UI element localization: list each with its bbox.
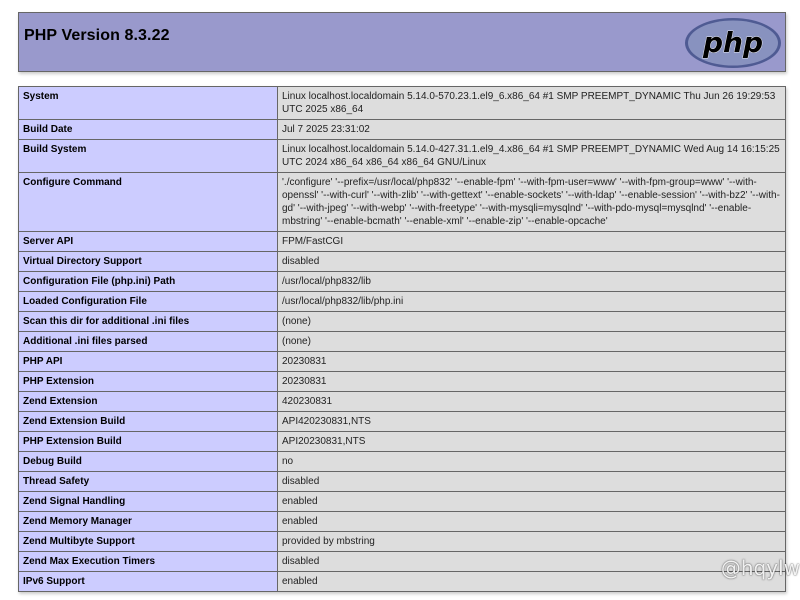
row-value: Linux localhost.localdomain 5.14.0-570.2… [277, 86, 786, 120]
row-value: (none) [277, 311, 786, 332]
row-label: Zend Extension Build [18, 411, 278, 432]
row-value: 20230831 [277, 351, 786, 372]
row-value: enabled [277, 571, 786, 592]
table-row: PHP Extension 20230831 [18, 371, 786, 392]
table-row: IPv6 Support enabled [18, 571, 786, 592]
row-label: Thread Safety [18, 471, 278, 492]
row-value: provided by mbstring [277, 531, 786, 552]
row-label: PHP Extension [18, 371, 278, 392]
row-label: Build System [18, 139, 278, 173]
row-value: disabled [277, 551, 786, 572]
row-value: API420230831,NTS [277, 411, 786, 432]
table-row: PHP API 20230831 [18, 351, 786, 372]
table-row: Debug Build no [18, 451, 786, 472]
table-row: System Linux localhost.localdomain 5.14.0… [18, 86, 786, 120]
table-row: Additional .ini files parsed (none) [18, 331, 786, 352]
version-header: PHP Version 8.3.22 php [18, 12, 786, 72]
table-row: Server API FPM/FastCGI [18, 231, 786, 252]
row-label: Zend Max Execution Timers [18, 551, 278, 572]
table-row: Zend Max Execution Timers disabled [18, 551, 786, 572]
row-value: 20230831 [277, 371, 786, 392]
table-row: Configuration File (php.ini) Path/usr/lo… [18, 271, 786, 292]
row-value: 420230831 [277, 391, 786, 412]
row-label: IPv6 Support [18, 571, 278, 592]
row-label: PHP Extension Build [18, 431, 278, 452]
row-value: FPM/FastCGI [277, 231, 786, 252]
page-title: PHP Version 8.3.22 [24, 27, 170, 44]
row-value: /usr/local/php832/lib [277, 271, 786, 292]
row-label: Build Date [18, 119, 278, 140]
table-row: Virtual Directory Support disabled [18, 251, 786, 272]
table-row: Zend Multibyte Support provided by mbstri… [18, 531, 786, 552]
row-value: (none) [277, 331, 786, 352]
table-row: Build System Linux localhost.localdomain … [18, 139, 786, 173]
phpinfo-page: PHP Version 8.3.22 php System Linux local… [0, 0, 800, 600]
php-logo-icon[interactable]: php [683, 16, 783, 70]
row-label: Configure Command [18, 172, 278, 232]
row-value: no [277, 451, 786, 472]
row-value: Jul 7 2025 23:31:02 [277, 119, 786, 140]
table-row: Zend Extension Build API420230831,NTS [18, 411, 786, 432]
table-row: PHP Extension Build API20230831,NTS [18, 431, 786, 452]
table-row: Configure Command './configure' '--prefix… [18, 172, 786, 232]
row-label: Zend Multibyte Support [18, 531, 278, 552]
table-row: Loaded Configuration File/usr/local/php8… [18, 291, 786, 312]
row-value: Linux localhost.localdomain 5.14.0-427.3… [277, 139, 786, 173]
row-label: Loaded Configuration File [18, 291, 278, 312]
row-value: disabled [277, 251, 786, 272]
row-value: disabled [277, 471, 786, 492]
watermark-text: @hqylw [720, 556, 800, 580]
row-value: /usr/local/php832/lib/php.ini [277, 291, 786, 312]
row-label: Virtual Directory Support [18, 251, 278, 272]
table-row: Zend Memory Manager enabled [18, 511, 786, 532]
row-value: enabled [277, 511, 786, 532]
row-value: API20230831,NTS [277, 431, 786, 452]
row-label: System [18, 86, 278, 120]
table-row: Zend Extension 420230831 [18, 391, 786, 412]
table-row: Build Date Jul 7 2025 23:31:02 [18, 119, 786, 140]
row-label: Zend Extension [18, 391, 278, 412]
row-label: Server API [18, 231, 278, 252]
row-label: PHP API [18, 351, 278, 372]
row-label: Debug Build [18, 451, 278, 472]
row-label: Additional .ini files parsed [18, 331, 278, 352]
table-row: Scan this dir for additional .ini files(… [18, 311, 786, 332]
php-logo-text: php [702, 26, 763, 59]
row-label: Zend Memory Manager [18, 511, 278, 532]
row-label: Zend Signal Handling [18, 491, 278, 512]
table-row: Thread Safety disabled [18, 471, 786, 492]
system-info-table: System Linux localhost.localdomain 5.14.0… [18, 86, 786, 592]
row-value: enabled [277, 491, 786, 512]
row-value: './configure' '--prefix=/usr/local/php83… [277, 172, 786, 232]
table-row: Zend Signal Handling enabled [18, 491, 786, 512]
row-label: Scan this dir for additional .ini files [18, 311, 278, 332]
row-label: Configuration File (php.ini) Path [18, 271, 278, 292]
